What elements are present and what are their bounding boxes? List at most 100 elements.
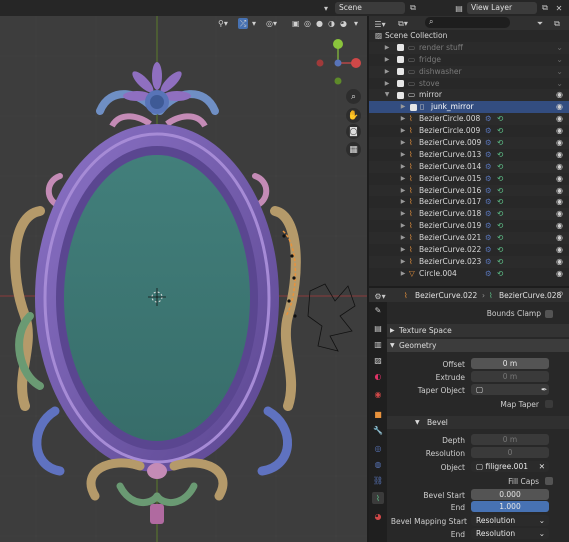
chevron-right-icon[interactable]: ▶ [399,196,407,208]
chevron-right-icon[interactable]: ▶ [399,268,407,280]
outliner-row[interactable]: ▶ ▽ Circle.004 ⚙ ⟲ ◉ [369,268,569,280]
shading-solid-icon[interactable]: ● [316,18,323,29]
modifier-icon[interactable]: ⚙ [485,161,492,173]
bounds-clamp-checkbox[interactable] [545,310,553,318]
modifier-icon[interactable]: ⚙ [485,137,492,149]
outliner-row[interactable]: ▶ ⌇ BezierCurve.023 ⚙ ⟲ ◉ [369,255,569,268]
geometry-section[interactable]: ▼ Geometry [387,339,569,352]
gizmo-dropdown-icon[interactable]: ▾ [252,18,256,29]
chevron-right-icon[interactable]: ▶ [399,161,407,173]
outliner-display-mode-icon[interactable]: ☰▾ [374,18,386,30]
modifier-icon[interactable]: ⚙ [485,173,492,185]
curve-data-icon[interactable]: ⟲ [497,232,503,244]
bevel-end-field[interactable]: 1.000 [471,501,549,512]
eye-icon[interactable]: ◉ [556,113,563,125]
camera-view-icon[interactable]: ◙ [346,124,361,139]
modifier-icon[interactable]: ⚙ [485,232,492,244]
eye-icon[interactable]: ◉ [556,125,563,137]
chevron-right-icon[interactable]: ▶ [399,244,407,256]
outliner-row[interactable]: ▶ ⌇ BezierCurve.009 ⚙ ⟲ ◉ [369,137,569,149]
shading-material-icon[interactable]: ◑ [328,18,335,29]
view-layer-remove-icon[interactable]: ✕ [553,2,565,14]
hidden-eye-icon[interactable]: ⌄ [556,78,563,90]
shading-wireframe-icon[interactable]: ◎ [304,18,311,29]
exclude-checkbox[interactable] [397,80,404,88]
exclude-checkbox[interactable] [397,56,404,64]
outliner-row[interactable]: ▶ ▭ fridge ⌄ [369,54,569,66]
shading-rendered-icon[interactable]: ◕ [340,18,347,29]
taper-object-field[interactable]: ▢ [471,384,549,395]
outliner-row[interactable]: ▶ ⌇ BezierCurve.016 ⚙ ⟲ ◉ [369,184,569,197]
chevron-right-icon[interactable]: ▶ [399,220,407,232]
scene-browse-icon[interactable]: ▾ [320,2,332,14]
outliner-row[interactable]: ▶ ⌇ BezierCurve.015 ⚙ ⟲ ◉ [369,173,569,185]
exclude-checkbox[interactable] [397,44,404,52]
shading-options-icon[interactable]: ▾ [354,18,358,29]
outliner-row[interactable]: ▶ ⌇ BezierCurve.018 ⚙ ⟲ ◉ [369,208,569,221]
modifier-icon[interactable]: ⚙ [485,196,492,208]
outliner-row[interactable]: ▶ ⌇ BezierCurve.022 ⚙ ⟲ ◉ [369,244,569,256]
chevron-right-icon[interactable]: ▶ [383,78,391,90]
perspective-grid-icon[interactable]: ▦ [346,142,361,157]
curve-data-icon[interactable]: ⟲ [497,113,503,125]
modifier-icon[interactable]: ⚙ [485,268,492,280]
exclude-checkbox[interactable] [410,103,417,111]
chevron-right-icon[interactable]: ▶ [399,185,407,197]
render-tab-icon[interactable]: ▤ [372,322,384,334]
modifier-icon[interactable]: ⚙ [485,244,492,256]
chevron-right-icon[interactable]: ▶ [399,113,407,125]
outliner-row[interactable]: ▶ ▯ junk_mirror ◉ [369,101,569,114]
curve-data-icon[interactable]: ⟲ [497,173,503,185]
chevron-down-icon[interactable]: ▼ [383,89,391,101]
chevron-right-icon[interactable]: ▶ [399,137,407,149]
curve-data-icon[interactable]: ⟲ [497,161,503,173]
modifier-icon[interactable]: ⚙ [485,149,492,161]
xray-icon[interactable]: ▣ [292,18,300,29]
curve-data-icon[interactable]: ⟲ [497,208,503,220]
exclude-checkbox[interactable] [397,91,404,99]
outliner-row[interactable]: ▶ ▭ stove ⌄ [369,78,569,90]
eye-icon[interactable]: ◉ [556,220,563,232]
curve-data-tab-icon[interactable]: ⌇ [372,492,384,504]
eye-icon[interactable]: ◉ [556,89,563,101]
bevel-mapping-start-select[interactable]: Resolution ⌄ [471,515,549,526]
outliner-view-icon[interactable]: ⧉▾ [397,18,409,30]
hidden-eye-icon[interactable]: ⌄ [556,66,563,78]
view-layer-browse-icon[interactable]: ▤ [453,2,465,14]
outliner-row[interactable]: ▶ ⌇ BezierCurve.013 ⚙ ⟲ ◉ [369,149,569,161]
chevron-right-icon[interactable]: ▶ [399,208,407,220]
eye-icon[interactable]: ◉ [556,185,563,197]
eyedropper-icon[interactable]: ✒ [541,385,547,394]
curve-data-icon[interactable]: ⟲ [497,125,503,137]
particles-tab-icon[interactable]: ◎ [372,442,384,454]
chevron-right-icon[interactable]: ▶ [399,256,407,268]
gizmo-toggle-icon[interactable]: ⤮ [238,18,249,29]
exclude-checkbox[interactable] [397,68,404,76]
outliner-row[interactable]: ▶ ⌇ BezierCurve.021 ⚙ ⟲ ◉ [369,232,569,245]
outliner-row[interactable]: ▶ ⌇ BezierCurve.017 ⚙ ⟲ ◉ [369,196,569,208]
chevron-right-icon[interactable]: ▶ [383,54,391,66]
curve-data-icon[interactable]: ⟲ [497,149,503,161]
depth-field[interactable]: 0 m [471,434,549,445]
modifier-icon[interactable]: ⚙ [485,220,492,232]
scene-selector[interactable]: Scene [335,2,405,14]
eye-icon[interactable]: ◉ [556,101,563,113]
world-tab-icon[interactable]: ◉ [372,388,384,400]
output-tab-icon[interactable]: ▥ [372,338,384,350]
curve-data-icon[interactable]: ⟲ [497,137,503,149]
outliner-row[interactable]: ▶ ⌇ BezierCurve.019 ⚙ ⟲ ◉ [369,220,569,232]
view-layer-tab-icon[interactable]: ▨ [372,354,384,366]
eye-icon[interactable]: ◉ [556,173,563,185]
chevron-right-icon[interactable]: ▶ [383,42,391,54]
object-tab-icon[interactable]: ■ [372,408,384,420]
modifier-icon[interactable]: ⚙ [485,256,492,268]
extrude-field[interactable]: 0 m [471,371,549,382]
overlays-icon[interactable]: ◎▾ [266,18,277,29]
map-taper-checkbox[interactable] [545,400,553,408]
chevron-right-icon[interactable]: ▶ [383,66,391,78]
scene-new-icon[interactable]: ⧉ [407,2,419,14]
material-tab-icon[interactable]: ◕ [372,510,384,522]
tool-tab-icon[interactable]: ✎ [372,304,384,316]
pin-icon[interactable]: ⚲ [558,290,564,299]
bevel-section[interactable]: ▼ Bevel [387,416,569,429]
